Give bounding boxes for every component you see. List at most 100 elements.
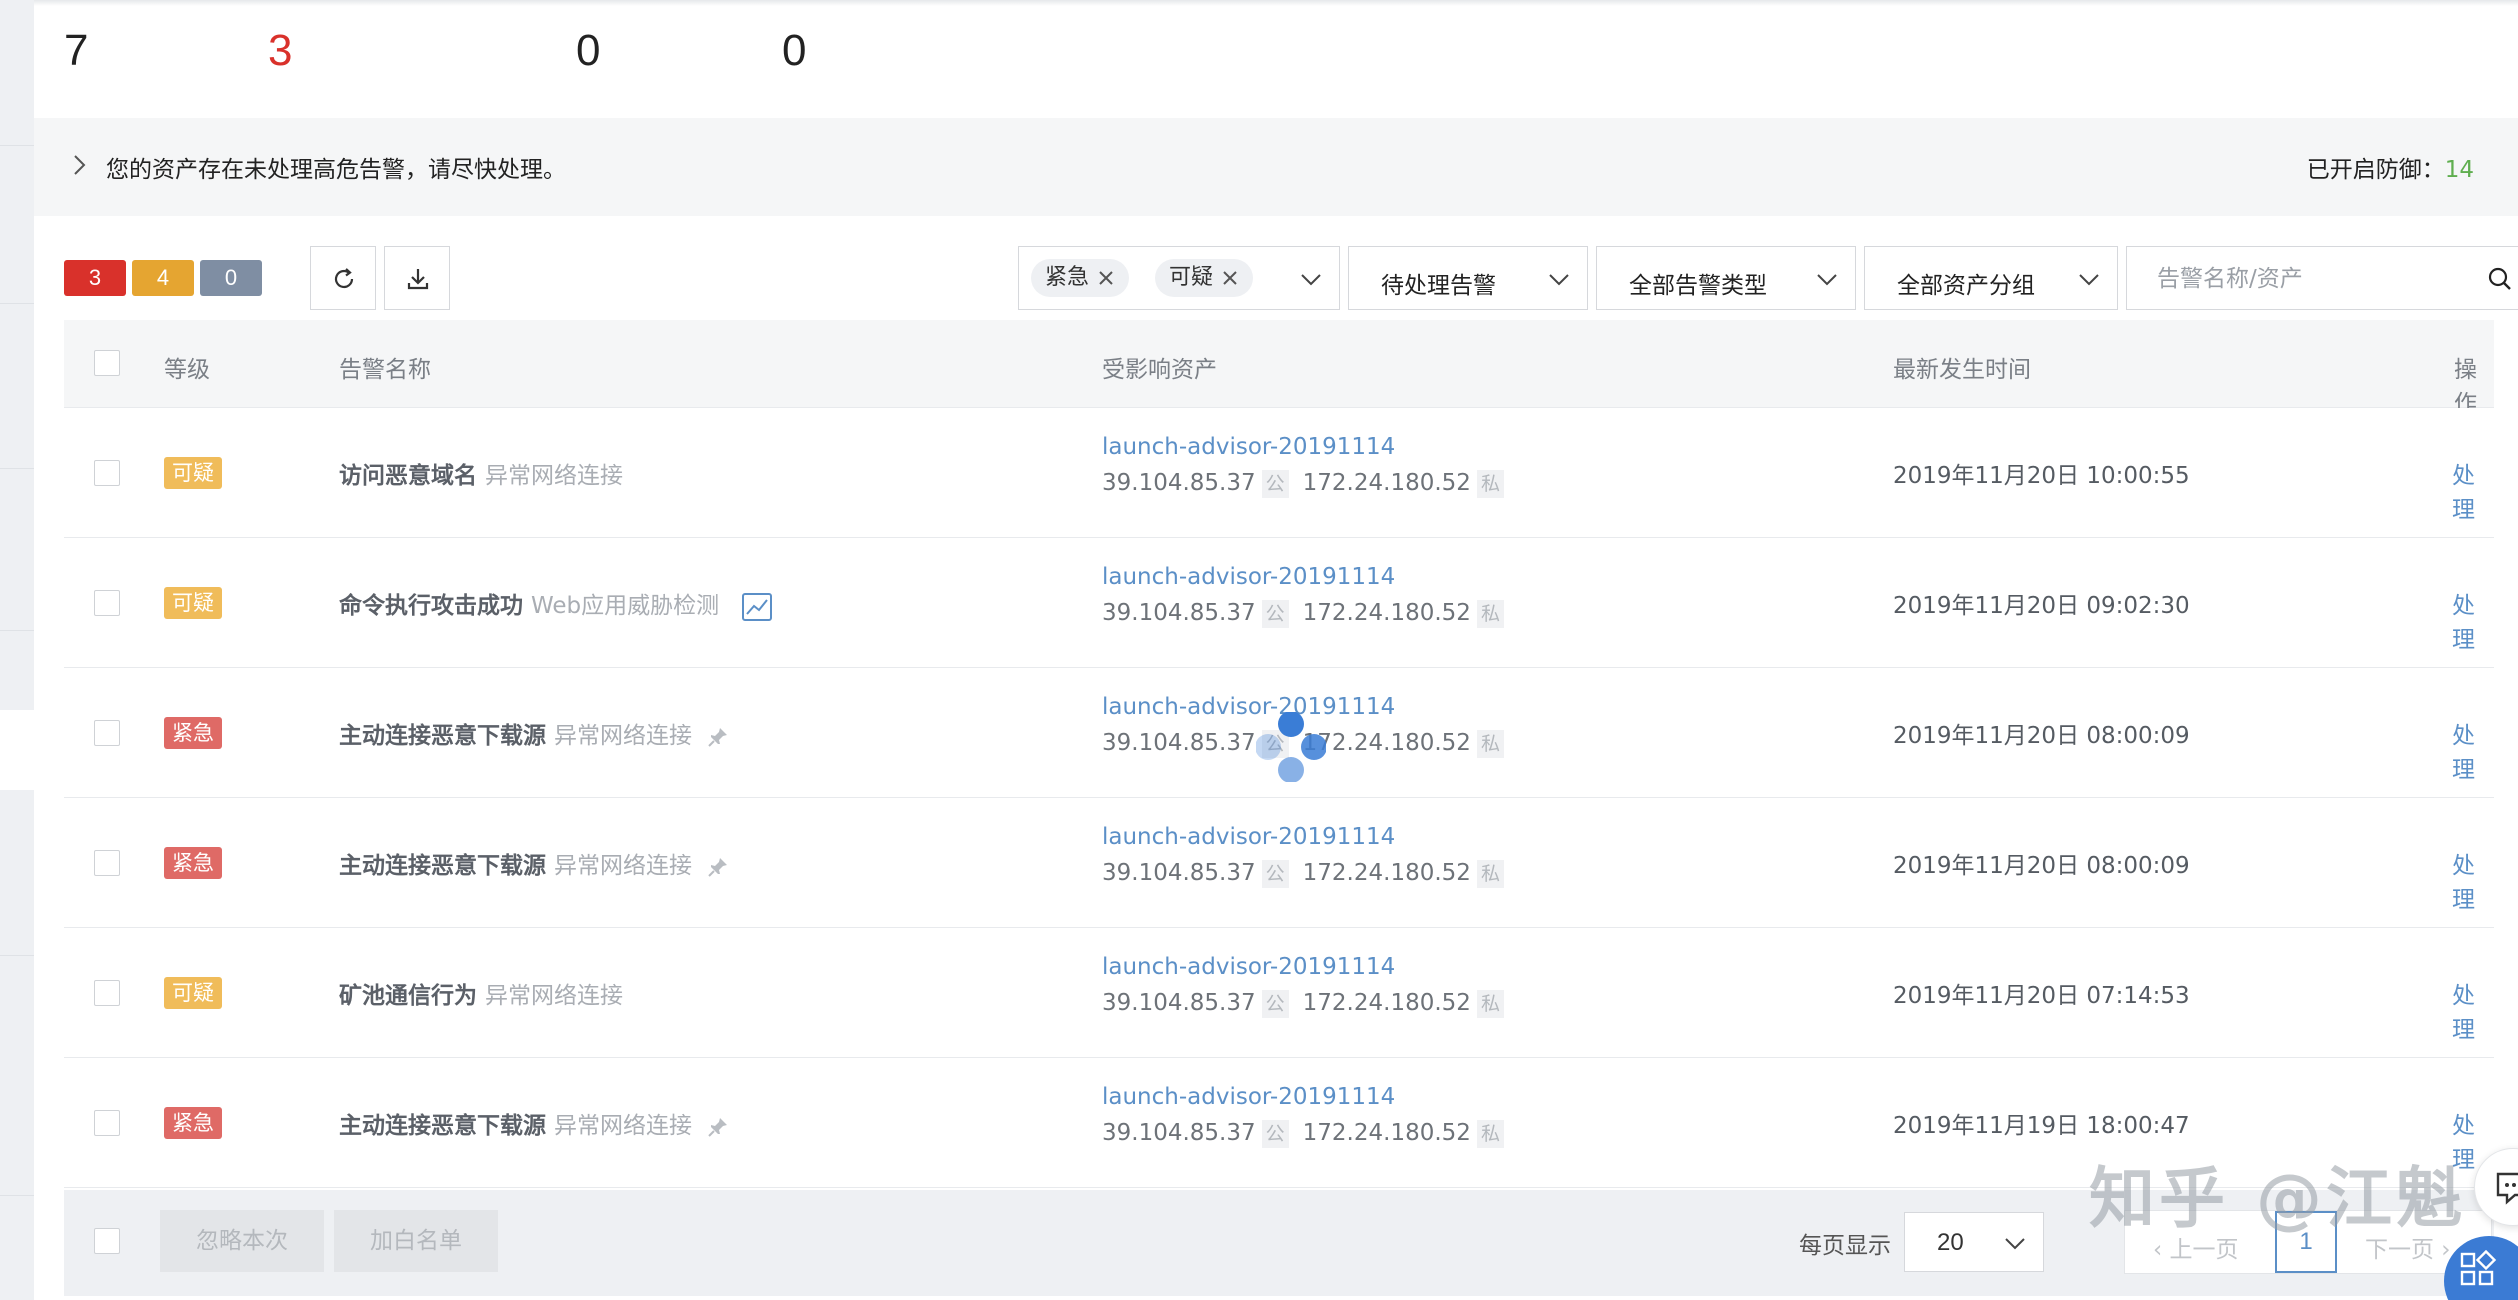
row-checkbox[interactable] [94, 1110, 120, 1136]
footer-select-all-checkbox[interactable] [94, 1228, 120, 1254]
alert-search [2126, 246, 2518, 310]
affected-asset: launch-advisor-20191114 39.104.85.37 公 172… [1102, 564, 1518, 628]
urgent-count-badge[interactable]: 3 [64, 260, 126, 296]
refresh-button[interactable] [310, 246, 376, 310]
row-checkbox[interactable] [94, 980, 120, 1006]
select-all-checkbox[interactable] [94, 350, 120, 376]
chevron-right-icon[interactable] [66, 152, 92, 178]
public-ip-tag: 公 [1261, 990, 1289, 1018]
chevron-down-icon [2079, 274, 2099, 286]
chat-icon [2496, 1172, 2518, 1205]
private-ip-tag: 私 [1476, 470, 1504, 498]
rail-active-tab [0, 710, 34, 790]
per-page-select[interactable]: 20 [1904, 1212, 2044, 1272]
col-alert-name: 告警名称 [339, 357, 431, 383]
main-content: 7 3 0 0 您的资产存在未处理高危告警，请尽快处理。 已开启防御：14 3 … [34, 0, 2518, 1300]
type-filter[interactable]: 全部告警类型 [1596, 246, 1856, 310]
private-ip-tag: 私 [1476, 600, 1504, 628]
public-ip: 39.104.85.37 [1102, 470, 1256, 496]
pin-icon[interactable] [706, 725, 730, 749]
trend-chart-icon[interactable] [741, 592, 773, 622]
left-rail [0, 0, 34, 1300]
alert-name[interactable]: 主动连接恶意下载源 异常网络连接 [339, 1106, 730, 1140]
private-ip: 172.24.180.52 [1302, 990, 1471, 1016]
alert-name[interactable]: 主动连接恶意下载源 异常网络连接 [339, 716, 730, 750]
table-row: 可疑 矿池通信行为 异常网络连接 launch-advisor-20191114 … [64, 928, 2494, 1058]
grid-icon [2460, 1250, 2497, 1286]
watermark: 知乎 @江魁 [2089, 1160, 2466, 1237]
ignore-button[interactable]: 忽略本次 [160, 1210, 324, 1272]
search-input[interactable] [2157, 263, 2467, 295]
stat-value: 0 [576, 26, 601, 75]
public-ip-tag: 公 [1261, 1120, 1289, 1148]
handle-link[interactable]: 处理 [2452, 976, 2494, 1044]
pin-icon[interactable] [706, 1115, 730, 1139]
chevron-down-icon [1817, 274, 1837, 286]
row-checkbox[interactable] [94, 460, 120, 486]
public-ip: 39.104.85.37 [1102, 990, 1256, 1016]
asset-host-link[interactable]: launch-advisor-20191114 [1102, 434, 1518, 460]
table-header: 等级 告警名称 受影响资产 最新发生时间 操作 [64, 320, 2494, 417]
defense-label: 已开启防御： [2306, 157, 2445, 183]
private-ip-tag: 私 [1476, 860, 1504, 888]
private-ip-tag: 私 [1476, 730, 1504, 758]
alert-name[interactable]: 矿池通信行为 异常网络连接 [339, 976, 623, 1010]
level-filter[interactable]: 紧急 可疑 [1018, 246, 1340, 310]
handle-link[interactable]: 处理 [2452, 586, 2494, 654]
asset-host-link[interactable]: launch-advisor-20191114 [1102, 1084, 1518, 1110]
rail-divider [0, 955, 34, 956]
level-badge: 紧急 [164, 717, 222, 749]
group-filter-label: 全部资产分组 [1897, 273, 2035, 299]
group-filter[interactable]: 全部资产分组 [1864, 246, 2118, 310]
status-filter[interactable]: 待处理告警 [1348, 246, 1588, 310]
stat-value: 0 [782, 26, 807, 75]
row-checkbox[interactable] [94, 850, 120, 876]
alert-category: 异常网络连接 [554, 723, 692, 749]
level-badge: 可疑 [164, 977, 222, 1009]
asset-host-link[interactable]: launch-advisor-20191114 [1102, 824, 1518, 850]
row-checkbox[interactable] [94, 590, 120, 616]
public-ip-tag: 公 [1261, 860, 1289, 888]
handle-link[interactable]: 处理 [2452, 456, 2494, 524]
pin-icon[interactable] [706, 855, 730, 879]
alert-toolbar: 3 4 0 紧急 可疑 待处理告警 全部告警类型 全部资产分组 [64, 246, 2518, 310]
whitelist-button[interactable]: 加白名单 [334, 1210, 498, 1272]
public-ip: 39.104.85.37 [1102, 600, 1256, 626]
public-ip: 39.104.85.37 [1102, 860, 1256, 886]
alert-name[interactable]: 主动连接恶意下载源 异常网络连接 [339, 846, 730, 880]
level-badge: 紧急 [164, 1107, 222, 1139]
per-page-label: 每页显示 [1799, 1233, 1891, 1259]
suspicious-count-badge[interactable]: 4 [132, 260, 194, 296]
public-ip: 39.104.85.37 [1102, 1120, 1256, 1146]
asset-host-link[interactable]: launch-advisor-20191114 [1102, 954, 1518, 980]
handle-link[interactable]: 处理 [2452, 846, 2494, 914]
banner-message: 您的资产存在未处理高危告警，请尽快处理。 [106, 157, 566, 183]
level-tag-urgent[interactable]: 紧急 [1031, 259, 1130, 297]
top-edge [34, 0, 2518, 6]
private-ip-tag: 私 [1476, 1120, 1504, 1148]
stat-value: 7 [64, 26, 89, 75]
table-row: 可疑 访问恶意域名 异常网络连接 launch-advisor-20191114 … [64, 408, 2494, 538]
alert-category: 异常网络连接 [485, 463, 623, 489]
handle-link[interactable]: 处理 [2452, 716, 2494, 784]
public-ip-tag: 公 [1261, 600, 1289, 628]
tag-label: 紧急 [1045, 265, 1090, 290]
per-page-value: 20 [1937, 1229, 1964, 1256]
search-icon[interactable] [2487, 266, 2513, 292]
alert-name[interactable]: 访问恶意域名 异常网络连接 [339, 456, 623, 490]
level-tag-suspicious[interactable]: 可疑 [1155, 259, 1254, 297]
alert-time: 2019年11月20日 10:00:55 [1893, 463, 2190, 489]
private-ip: 172.24.180.52 [1302, 730, 1471, 756]
close-icon[interactable] [1221, 269, 1239, 287]
rail-divider [0, 468, 34, 469]
alert-name[interactable]: 命令执行攻击成功 Web应用威胁检测 [339, 586, 773, 622]
level-badge: 可疑 [164, 587, 222, 619]
reminder-count-badge[interactable]: 0 [200, 260, 262, 296]
alert-title: 主动连接恶意下载源 [339, 723, 546, 749]
row-checkbox[interactable] [94, 720, 120, 746]
close-icon[interactable] [1097, 269, 1115, 287]
tag-label: 可疑 [1169, 265, 1214, 290]
type-filter-label: 全部告警类型 [1629, 273, 1767, 299]
asset-host-link[interactable]: launch-advisor-20191114 [1102, 564, 1518, 590]
download-button[interactable] [384, 246, 450, 310]
